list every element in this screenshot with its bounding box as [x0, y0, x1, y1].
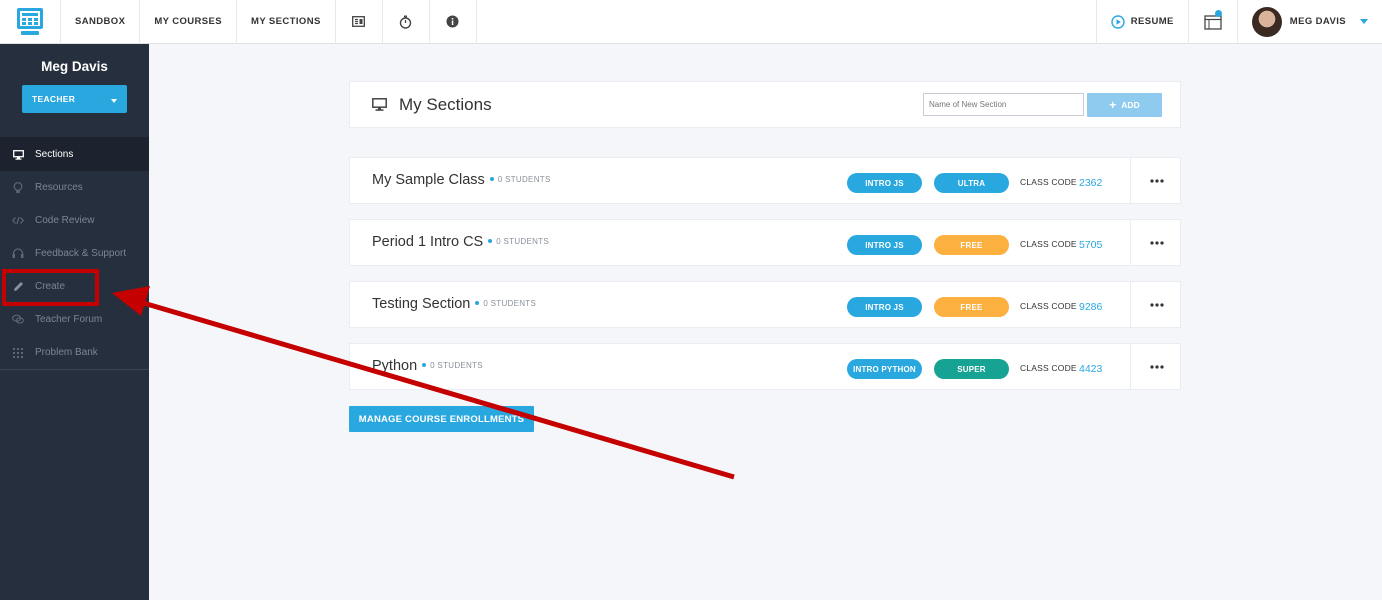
- class-code-label: CLASS CODE: [1020, 177, 1077, 187]
- more-options-button[interactable]: [1130, 220, 1182, 266]
- ellipsis-icon: [1149, 365, 1164, 369]
- ellipsis-icon: [1149, 241, 1164, 245]
- chevron-down-icon: [1360, 19, 1368, 24]
- new-section-name-input[interactable]: [923, 93, 1084, 116]
- section-row: Period 1 Intro CS 0 STUDENTS INTRO JS FRE…: [349, 219, 1181, 266]
- section-name-link[interactable]: Python: [372, 358, 417, 374]
- bullet-dot: [422, 363, 427, 368]
- notifications-button[interactable]: [1187, 0, 1238, 43]
- info-icon-button[interactable]: [430, 0, 477, 43]
- tier-badge[interactable]: FREE: [934, 297, 1009, 317]
- section-name-link[interactable]: My Sample Class: [372, 172, 485, 188]
- class-code-value: 5705: [1079, 239, 1103, 251]
- timer-icon-button[interactable]: [383, 0, 430, 43]
- logo[interactable]: [0, 0, 61, 43]
- top-bar: SANDBOX MY COURSES MY SECTIONS RESUME ME…: [0, 0, 1382, 44]
- course-badge[interactable]: INTRO JS: [847, 235, 922, 255]
- sidebar-item-sections[interactable]: Sections: [0, 138, 149, 171]
- stopwatch-icon: [400, 15, 412, 29]
- user-menu[interactable]: MEG DAVIS: [1238, 0, 1382, 43]
- chevron-down-icon: [111, 99, 117, 103]
- lightbulb-icon: [13, 181, 23, 193]
- section-name-link[interactable]: Testing Section: [372, 296, 470, 312]
- sidebar-item-resources[interactable]: Resources: [0, 171, 149, 204]
- annotation-highlight-box: [2, 269, 99, 306]
- sidebar-item-label: Resources: [35, 182, 83, 193]
- class-code-value: 2362: [1079, 177, 1103, 189]
- class-code-value: 4423: [1079, 363, 1103, 375]
- bullet-dot: [475, 301, 480, 306]
- notification-dot: [1214, 10, 1222, 17]
- more-options-button[interactable]: [1130, 158, 1182, 204]
- sidebar-item-feedback-support[interactable]: Feedback & Support: [0, 237, 149, 270]
- grid-icon: [13, 347, 23, 358]
- section-name-link[interactable]: Period 1 Intro CS: [372, 234, 483, 250]
- monitor-icon: [372, 98, 387, 111]
- student-count: 0 STUDENTS: [483, 299, 537, 308]
- sidebar: Meg Davis TEACHER Sections Resources Cod…: [0, 44, 149, 600]
- tier-badge[interactable]: SUPER: [934, 359, 1009, 379]
- page-title: My Sections: [399, 94, 492, 114]
- bullet-dot: [488, 239, 493, 244]
- role-dropdown[interactable]: TEACHER: [22, 85, 127, 113]
- sidebar-item-label: Teacher Forum: [35, 314, 103, 325]
- ellipsis-icon: [1149, 179, 1164, 183]
- sidebar-item-label: Feedback & Support: [35, 248, 127, 259]
- sidebar-item-label: Code Review: [35, 215, 95, 226]
- section-row: Python 0 STUDENTS INTRO PYTHON SUPER CLAS…: [349, 343, 1181, 390]
- play-circle-icon: [1111, 14, 1125, 29]
- bullet-dot: [489, 177, 494, 182]
- monitor-icon: [12, 149, 24, 160]
- section-row: My Sample Class 0 STUDENTS INTRO JS ULTRA…: [349, 157, 1181, 204]
- more-options-button[interactable]: [1130, 282, 1182, 328]
- sidebar-item-code-review[interactable]: Code Review: [0, 204, 149, 237]
- ellipsis-icon: [1149, 303, 1164, 307]
- class-code-label: CLASS CODE: [1020, 363, 1077, 373]
- nav-sandbox[interactable]: SANDBOX: [61, 0, 141, 43]
- tier-badge[interactable]: ULTRA: [934, 173, 1009, 193]
- class-code-label: CLASS CODE: [1020, 239, 1077, 249]
- add-label: ADD: [1121, 100, 1140, 110]
- resume-button[interactable]: RESUME: [1095, 0, 1188, 43]
- tier-badge[interactable]: FREE: [934, 235, 1009, 255]
- reference-icon: [352, 16, 366, 27]
- sidebar-divider: [0, 369, 149, 370]
- add-section-button[interactable]: + ADD: [1087, 93, 1162, 117]
- course-badge[interactable]: INTRO JS: [847, 297, 922, 317]
- nav-my-courses[interactable]: MY COURSES: [140, 0, 238, 43]
- sidebar-item-problem-bank[interactable]: Problem Bank: [0, 336, 149, 369]
- info-icon: [446, 15, 459, 28]
- avatar: [1251, 6, 1282, 37]
- more-options-button[interactable]: [1130, 344, 1182, 390]
- course-badge[interactable]: INTRO PYTHON: [847, 359, 922, 379]
- student-count: 0 STUDENTS: [496, 237, 550, 246]
- sidebar-item-teacher-forum[interactable]: Teacher Forum: [0, 303, 149, 336]
- class-code-value: 9286: [1079, 301, 1103, 313]
- section-row: Testing Section 0 STUDENTS INTRO JS FREE …: [349, 281, 1181, 328]
- chat-icon: [12, 314, 24, 324]
- student-count: 0 STUDENTS: [430, 361, 483, 370]
- sections-header: My Sections + ADD: [349, 81, 1181, 128]
- sidebar-user-name: Meg Davis: [41, 59, 108, 74]
- nav-my-sections[interactable]: MY SECTIONS: [237, 0, 336, 43]
- reference-icon-button[interactable]: [336, 0, 383, 43]
- class-code-label: CLASS CODE: [1020, 301, 1077, 311]
- sidebar-menu: Sections Resources Code Review Feedback …: [0, 137, 149, 370]
- role-label: TEACHER: [32, 94, 76, 104]
- sidebar-item-label: Problem Bank: [35, 347, 98, 358]
- plus-icon: +: [1109, 98, 1117, 112]
- headset-icon: [12, 248, 24, 258]
- student-count: 0 STUDENTS: [497, 175, 551, 184]
- user-name: MEG DAVIS: [1289, 16, 1346, 27]
- course-badge[interactable]: INTRO JS: [847, 173, 922, 193]
- sidebar-item-label: Sections: [35, 149, 74, 160]
- computer-logo-icon: [17, 7, 43, 35]
- code-icon: [12, 216, 24, 225]
- resume-label: RESUME: [1130, 16, 1174, 27]
- manage-course-enrollments-button[interactable]: MANAGE COURSE ENROLLMENTS: [349, 406, 534, 432]
